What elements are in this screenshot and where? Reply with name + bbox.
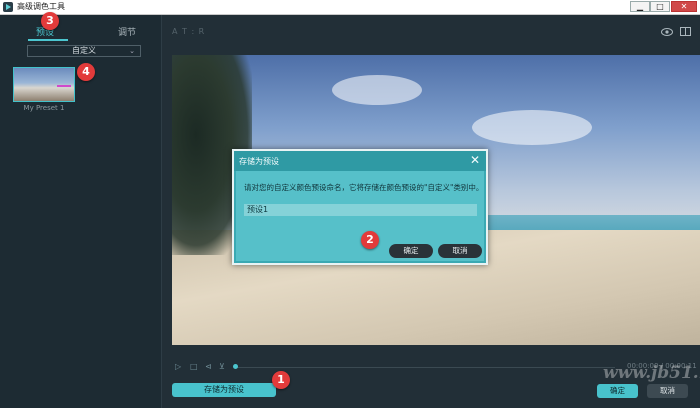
dropdown-value: 自定义 xyxy=(72,46,96,55)
eye-icon[interactable] xyxy=(661,28,673,36)
save-preset-dialog: 存储为预设 ✕ 请对您的自定义颜色预设命名，它将存储在颜色预设的"自定义"类别中… xyxy=(232,149,488,265)
close-icon[interactable]: ✕ xyxy=(470,153,480,167)
preset-name-input[interactable] xyxy=(244,204,477,216)
playhead[interactable] xyxy=(233,364,238,369)
stop-icon[interactable]: □ xyxy=(190,362,198,371)
app-icon xyxy=(3,2,13,12)
window-titlebar: 高级调色工具 ▁ □ ✕ xyxy=(0,0,700,15)
ok-button[interactable]: 确定 xyxy=(597,384,638,398)
prev-frame-icon[interactable]: ⊲ xyxy=(205,362,212,371)
thumbnail-highlight xyxy=(57,85,71,87)
dialog-title: 存储为预设 xyxy=(239,157,279,166)
maximize-button[interactable]: □ xyxy=(650,1,670,12)
step-marker-2: 2 xyxy=(361,231,379,249)
play-icon[interactable]: ▷ xyxy=(175,362,181,371)
step-marker-3: 3 xyxy=(41,12,59,30)
save-as-preset-button[interactable]: 存储为预设 xyxy=(172,383,276,397)
timeline-track[interactable] xyxy=(235,367,615,368)
watermark: www.jb51.net xyxy=(603,363,700,383)
cloud xyxy=(332,75,422,105)
compare-icon[interactable] xyxy=(680,27,691,36)
preset-name: My Preset 1 xyxy=(23,104,65,112)
minimize-button[interactable]: ▁ xyxy=(630,1,650,12)
cancel-button[interactable]: 取消 xyxy=(647,384,688,398)
dialog-ok-button[interactable]: 确定 xyxy=(389,244,433,258)
tab-adjust[interactable]: 调节 xyxy=(118,25,136,38)
preset-thumbnail[interactable] xyxy=(13,67,75,102)
dialog-body: 请对您的自定义颜色预设命名，它将存储在颜色预设的"自定义"类别中。 确定 取消 xyxy=(236,171,484,261)
dialog-header: 存储为预设 ✕ xyxy=(234,151,486,171)
tab-active-indicator xyxy=(28,39,68,41)
chevron-down-icon: ⌄ xyxy=(129,47,135,55)
breadcrumb: A T : R xyxy=(172,27,206,36)
window-title: 高级调色工具 xyxy=(17,2,65,11)
split-icon[interactable]: ⊻ xyxy=(219,362,225,371)
step-marker-4: 4 xyxy=(77,63,95,81)
close-window-button[interactable]: ✕ xyxy=(671,1,697,12)
dialog-cancel-button[interactable]: 取消 xyxy=(438,244,482,258)
preset-category-dropdown[interactable]: 自定义 ⌄ xyxy=(27,45,141,57)
step-marker-1: 1 xyxy=(272,371,290,389)
dialog-message: 请对您的自定义颜色预设命名，它将存储在颜色预设的"自定义"类别中。 xyxy=(244,183,484,192)
cloud xyxy=(472,110,592,145)
